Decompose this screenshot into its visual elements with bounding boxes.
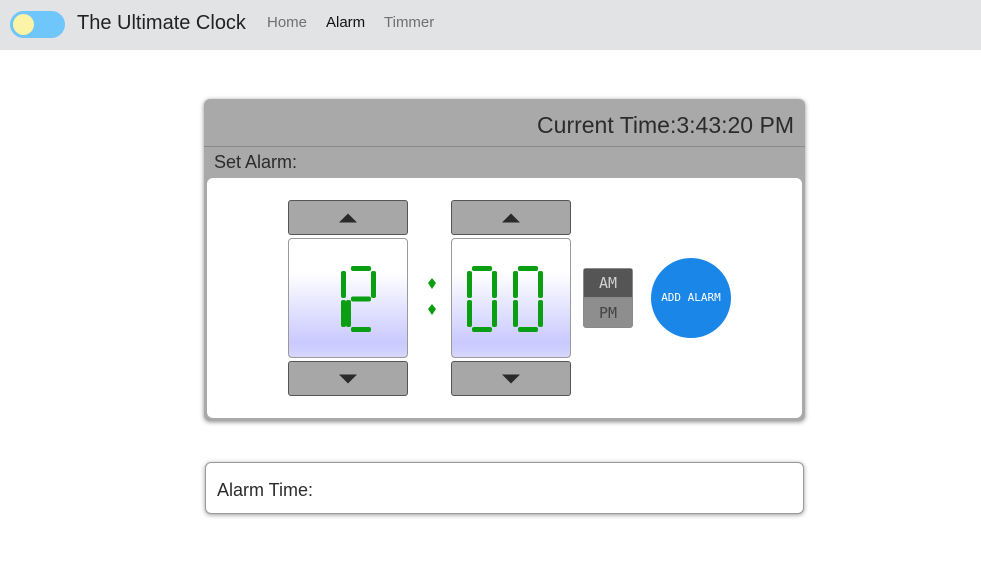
nav-link-home[interactable]: Home: [267, 13, 307, 33]
hours-display: [288, 238, 408, 358]
add-alarm-label: ADD ALARM: [661, 291, 721, 304]
digit-segment: [351, 327, 371, 332]
nav-link-timmer[interactable]: Timmer: [384, 13, 434, 33]
minutes-digits: [467, 266, 543, 332]
digit-segment: [538, 271, 543, 298]
hour-down-button[interactable]: [288, 361, 408, 396]
digit-segment: [492, 271, 497, 298]
hour-up-button[interactable]: [288, 200, 408, 235]
digit-segment: [518, 266, 538, 271]
chevron-up-icon: [502, 213, 520, 222]
current-time: Current Time:3:43:20 PM: [537, 112, 794, 138]
digit-segment: [538, 300, 543, 327]
card-divider: [204, 146, 805, 147]
digit-segment: [341, 300, 346, 327]
digit-segment: [513, 300, 518, 327]
digit-segment: [351, 266, 371, 271]
add-alarm-button[interactable]: ADD ALARM: [651, 258, 731, 338]
alarm-list-panel: Alarm Time:: [205, 462, 804, 514]
theme-toggle[interactable]: [10, 11, 65, 38]
alarm-setter-panel: AM PM ADD ALARM: [207, 178, 802, 418]
am-option[interactable]: AM: [584, 269, 632, 297]
pm-option[interactable]: PM: [584, 299, 632, 327]
chevron-down-icon: [339, 374, 357, 383]
time-colon-separator: [428, 278, 436, 315]
app-title: The Ultimate Clock: [77, 12, 246, 34]
digit-segment: [513, 271, 518, 298]
chevron-down-icon: [502, 374, 520, 383]
minute-down-button[interactable]: [451, 361, 571, 396]
digit-segment: [518, 327, 538, 332]
toggle-knob-icon: [13, 14, 34, 35]
alarm-card: Current Time:3:43:20 PM Set Alarm: AM PM…: [204, 99, 805, 421]
alarm-time-label: Alarm Time:: [217, 480, 314, 500]
nav-link-alarm[interactable]: Alarm: [326, 13, 365, 33]
digit-segment: [346, 300, 351, 327]
chevron-up-icon: [339, 213, 357, 222]
am-pm-selector: AM PM: [583, 268, 633, 328]
hours-digits: [341, 266, 376, 332]
set-alarm-heading: Set Alarm:: [214, 152, 298, 172]
digit-segment: [467, 300, 472, 327]
digit-segment: [472, 327, 492, 332]
minute-up-button[interactable]: [451, 200, 571, 235]
minutes-display: [451, 238, 571, 358]
digit-segment: [492, 300, 497, 327]
digit-segment: [467, 271, 472, 298]
digit-segment: [341, 271, 346, 298]
digit-segment: [472, 266, 492, 271]
digit-segment: [351, 296, 371, 302]
digit-segment: [371, 271, 376, 298]
navbar: The Ultimate Clock Home Alarm Timmer: [0, 0, 981, 50]
